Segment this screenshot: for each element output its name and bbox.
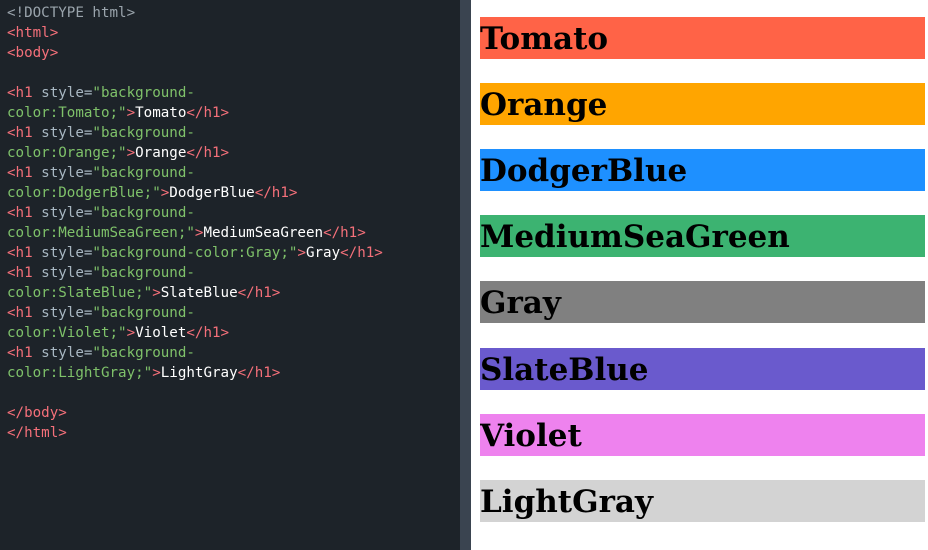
code-text: Violet — [135, 325, 187, 341]
code-attr: style= — [32, 205, 93, 221]
code-line-html-open: <html> — [7, 25, 59, 41]
code-attr: style= — [32, 125, 93, 141]
code-string: "background- — [92, 85, 195, 101]
code-line-body-open: <body> — [7, 45, 59, 61]
code-attr: style= — [32, 165, 93, 181]
code-string: color:Orange;" — [7, 145, 127, 161]
code-line: <h1 style="background- — [7, 263, 460, 283]
code-line-html-close: </html> — [7, 425, 67, 441]
code-tag: <h1 — [7, 205, 33, 221]
code-tag: > — [160, 185, 170, 201]
code-string: "background- — [92, 205, 195, 221]
code-line-doctype: <!DOCTYPE html> — [7, 5, 136, 21]
code-text: Gray — [305, 245, 341, 261]
code-tag: > — [297, 245, 306, 261]
code-tag: > — [126, 105, 136, 121]
code-string: "background-color:Gray;" — [92, 245, 298, 261]
code-line: <h1 style="background- — [7, 163, 460, 183]
heading-mediumseagreen: MediumSeaGreen — [480, 215, 925, 257]
code-line: color:SlateBlue;">SlateBlue</h1> — [7, 283, 460, 303]
code-tag: <h1 — [7, 125, 33, 141]
code-line: <h1 style="background- — [7, 303, 460, 323]
code-tag: </h1> — [186, 105, 230, 121]
code-tag: </h1> — [323, 225, 366, 241]
code-line: color:MediumSeaGreen;">MediumSeaGreen</h… — [7, 223, 460, 243]
code-string: color:LightGray;" — [7, 365, 153, 381]
heading-dodgerblue: DodgerBlue — [480, 149, 925, 191]
code-attr: style= — [32, 305, 93, 321]
code-string: "background- — [92, 125, 195, 141]
code-tag: </h1> — [254, 185, 298, 201]
code-line: <h1 style="background-color:Gray;">Gray<… — [7, 243, 460, 263]
code-tag: > — [126, 145, 136, 161]
result-preview: Tomato Orange DodgerBlue MediumSeaGreen … — [471, 0, 928, 550]
code-string: "background- — [92, 265, 195, 281]
code-tag: </h1> — [186, 145, 230, 161]
code-text: Orange — [135, 145, 187, 161]
heading-tomato: Tomato — [480, 17, 925, 59]
code-string: color:SlateBlue;" — [7, 285, 153, 301]
code-tag: <h1 — [7, 265, 33, 281]
code-text: LightGray — [160, 365, 238, 381]
code-string: color:Tomato;" — [7, 105, 127, 121]
code-line-body-close: </body> — [7, 405, 67, 421]
code-line: color:Orange;">Orange</h1> — [7, 143, 460, 163]
code-string: "background- — [92, 165, 195, 181]
code-string: color:MediumSeaGreen;" — [7, 225, 195, 241]
code-line: <h1 style="background- — [7, 123, 460, 143]
code-line: color:LightGray;">LightGray</h1> — [7, 363, 460, 383]
code-tag: > — [152, 285, 161, 301]
code-string: color:DodgerBlue;" — [7, 185, 161, 201]
code-attr: style= — [32, 345, 93, 361]
code-string: color:Violet;" — [7, 325, 127, 341]
heading-slateblue: SlateBlue — [480, 348, 925, 390]
code-line: color:Tomato;">Tomato</h1> — [7, 103, 460, 123]
code-line: <h1 style="background- — [7, 343, 460, 363]
code-tag: </h1> — [237, 365, 281, 381]
code-tag: <h1 — [7, 345, 33, 361]
tryit-editor: <!DOCTYPE html> <html> <body> <h1 style=… — [0, 0, 928, 550]
code-tag: </h1> — [186, 325, 230, 341]
code-text: SlateBlue — [160, 285, 238, 301]
code-tag: <h1 — [7, 305, 33, 321]
code-attr: style= — [32, 85, 93, 101]
code-string: "background- — [92, 345, 195, 361]
heading-violet: Violet — [480, 414, 925, 456]
code-string: "background- — [92, 305, 195, 321]
code-line: <h1 style="background- — [7, 203, 460, 223]
code-attr: style= — [32, 245, 93, 261]
code-text: Tomato — [135, 105, 187, 121]
heading-lightgray: LightGray — [480, 480, 925, 522]
code-line: color:Violet;">Violet</h1> — [7, 323, 460, 343]
code-text: MediumSeaGreen — [203, 225, 324, 241]
code-attr: style= — [32, 265, 93, 281]
code-text: DodgerBlue — [169, 185, 255, 201]
code-tag: > — [152, 365, 161, 381]
code-tag: </h1> — [237, 285, 281, 301]
code-editor[interactable]: <!DOCTYPE html> <html> <body> <h1 style=… — [0, 0, 460, 550]
code-tag: <h1 — [7, 85, 33, 101]
heading-orange: Orange — [480, 83, 925, 125]
pane-divider[interactable] — [460, 0, 471, 550]
code-tag: </h1> — [340, 245, 383, 261]
code-tag: <h1 — [7, 245, 33, 261]
code-line: <h1 style="background- — [7, 83, 460, 103]
heading-gray: Gray — [480, 281, 925, 323]
code-tag: > — [126, 325, 136, 341]
code-tag: <h1 — [7, 165, 33, 181]
code-line: color:DodgerBlue;">DodgerBlue</h1> — [7, 183, 460, 203]
